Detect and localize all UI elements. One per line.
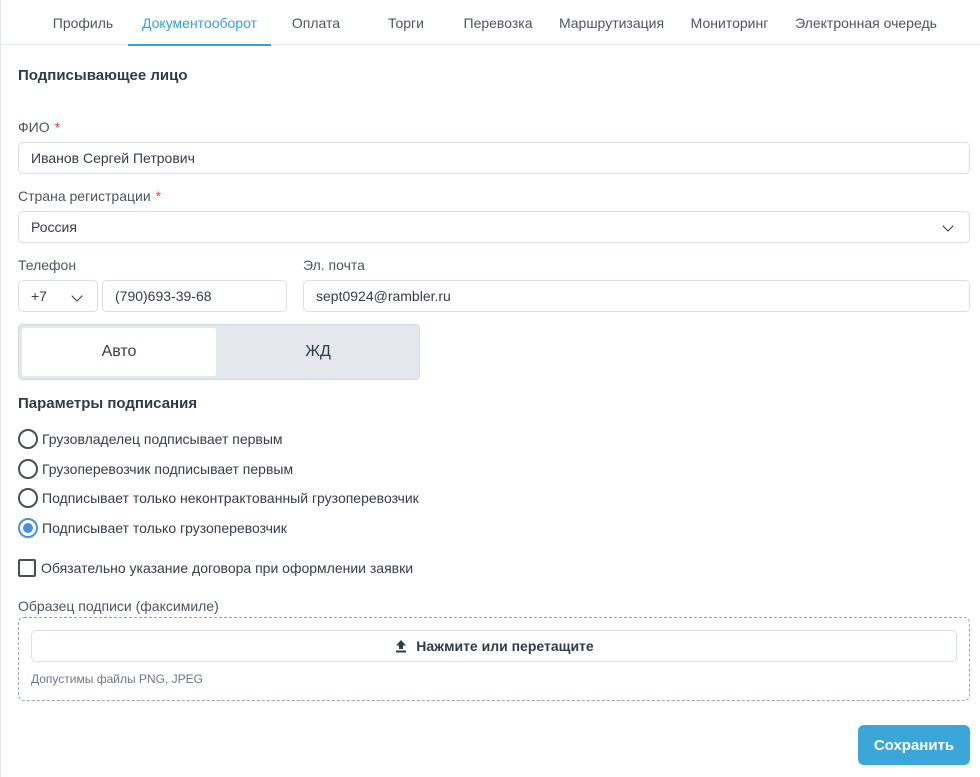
chevron-down-icon (942, 220, 954, 232)
upload-icon (396, 640, 407, 653)
required-mark: * (155, 188, 162, 204)
contract-required-checkbox-row[interactable]: Обязательно указание договора при оформл… (18, 558, 413, 578)
phone-code-value: +7 (31, 288, 47, 304)
checkbox-label: Обязательно указание договора при оформл… (41, 560, 414, 576)
phone-code-select[interactable]: +7 (18, 280, 98, 312)
required-mark: * (54, 119, 61, 135)
phone-input[interactable]: (790)693-39-68 (102, 280, 287, 312)
tab-monitoring[interactable]: Мониторинг (683, 0, 776, 45)
tab-payment[interactable]: Оплата (277, 0, 355, 45)
upload-label: Нажмите или перетащите (416, 638, 594, 654)
country-label: Страна регистрации * (18, 188, 161, 204)
transport-option-auto[interactable]: Авто (22, 328, 216, 376)
transport-type-toggle: Авто ЖД (18, 324, 420, 380)
phone-label: Телефон (18, 257, 77, 273)
tab-electronic-queue[interactable]: Электронная очередь (789, 0, 943, 45)
radio-button[interactable] (18, 459, 38, 479)
facsimile-label: Образец подписи (факсимиле) (18, 598, 219, 614)
contract-required-checkbox[interactable] (18, 559, 36, 577)
signing-option-noncontract-carrier-only[interactable]: Подписывает только неконтрактованный гру… (18, 487, 419, 509)
signing-option-carrier-only[interactable]: Подписывает только грузоперевозчик (18, 517, 287, 539)
upload-button[interactable]: Нажмите или перетащите (31, 630, 957, 662)
email-input[interactable]: sept0924@rambler.ru (303, 280, 970, 312)
radio-button[interactable] (18, 429, 38, 449)
tab-document-flow[interactable]: Документооборот (128, 0, 271, 46)
radio-label: Подписывает только неконтрактованный гру… (42, 490, 419, 506)
radio-button[interactable] (18, 488, 38, 508)
country-label-text: Страна регистрации (18, 188, 151, 204)
tab-auctions[interactable]: Торги (371, 0, 441, 45)
phone-value: (790)693-39-68 (115, 288, 212, 304)
file-types-hint: Допустимы файлы PNG, JPEG (31, 672, 203, 686)
tab-routing[interactable]: Маршрутизация (554, 0, 669, 45)
email-label: Эл. почта (303, 257, 365, 273)
tab-transportation[interactable]: Перевозка (457, 0, 539, 45)
chevron-down-icon (71, 290, 83, 302)
fio-value: Иванов Сергей Петрович (31, 150, 195, 166)
fio-input[interactable]: Иванов Сергей Петрович (18, 142, 970, 174)
save-button[interactable]: Сохранить (858, 725, 970, 765)
country-select[interactable]: Россия (18, 211, 970, 243)
radio-label: Грузовладелец подписывает первым (42, 431, 283, 447)
fio-label-text: ФИО (18, 119, 50, 135)
signing-section-title: Параметры подписания (18, 395, 198, 412)
radio-label: Подписывает только грузоперевозчик (42, 520, 287, 536)
tab-profile[interactable]: Профиль (41, 0, 125, 45)
signing-option-carrier-first[interactable]: Грузоперевозчик подписывает первым (18, 458, 293, 480)
signing-option-owner-first[interactable]: Грузовладелец подписывает первым (18, 428, 283, 450)
radio-button-checked[interactable] (18, 518, 38, 538)
tab-bar: Профиль Документооборот Оплата Торги Пер… (1, 0, 980, 46)
fio-label: ФИО * (18, 119, 60, 135)
settings-panel: Профиль Документооборот Оплата Торги Пер… (0, 0, 980, 777)
radio-label: Грузоперевозчик подписывает первым (42, 461, 294, 477)
facsimile-dropzone[interactable]: Нажмите или перетащите Допустимы файлы P… (18, 617, 970, 701)
country-value: Россия (31, 219, 77, 235)
signer-section-title: Подписывающее лицо (18, 67, 188, 84)
email-value: sept0924@rambler.ru (316, 288, 451, 304)
transport-option-rail[interactable]: ЖД (219, 328, 417, 376)
